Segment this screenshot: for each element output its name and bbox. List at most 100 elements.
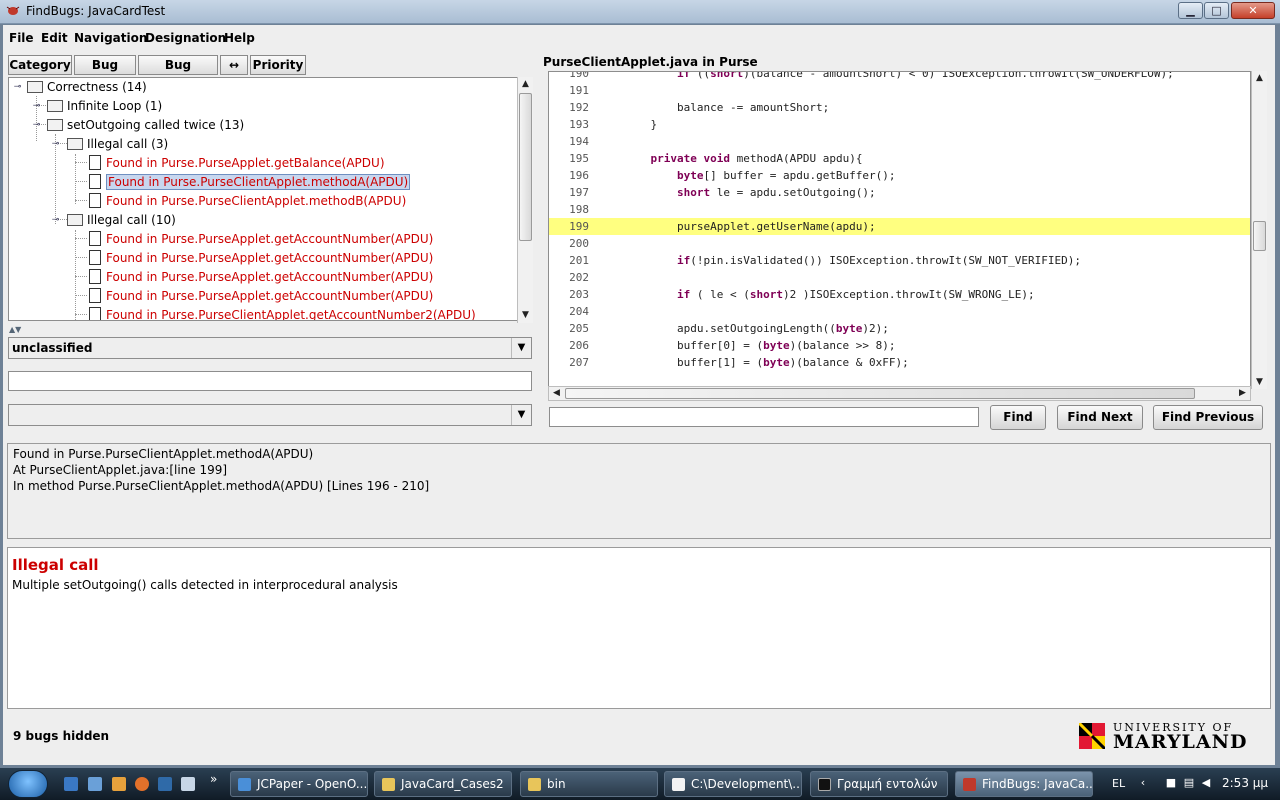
code-line: 200 (549, 235, 1250, 252)
tree-leaf-bug[interactable]: Found in Purse.PurseApplet.getAccountNum… (89, 249, 433, 267)
scroll-left-arrow[interactable]: ◀ (549, 387, 564, 400)
maximize-button[interactable]: □ (1204, 2, 1229, 19)
tab-bug-kind[interactable]: Bug Kind (74, 55, 136, 90)
tree-scrollbar[interactable]: ▲ ▼ (517, 77, 533, 323)
expand-toggle[interactable]: ⊸ (32, 102, 41, 111)
chevron-down-icon[interactable]: ▼ (511, 405, 531, 425)
tab-divider-arrows[interactable]: ↔ (220, 55, 248, 75)
switch-windows-icon[interactable] (88, 777, 102, 791)
tree-node-setoutgoing[interactable]: setOutgoing called twice (13) (47, 116, 244, 134)
find-next-button[interactable]: Find Next (1057, 405, 1143, 430)
taskbar-task[interactable]: JavaCard_Cases2 (374, 771, 512, 797)
menu-navigation[interactable]: Navigation (74, 31, 147, 45)
tab-bug-pattern[interactable]: Bug Pattern (138, 55, 218, 90)
notepad-icon (672, 778, 685, 791)
scroll-down-arrow[interactable]: ▼ (518, 308, 533, 322)
comment-history-select[interactable]: ▼ (8, 404, 532, 426)
bug-method-line[interactable]: In method Purse.PurseClientApplet.method… (13, 479, 429, 493)
splitter-arrows-icon[interactable]: ▲▼ (9, 325, 21, 334)
find-previous-button[interactable]: Find Previous (1153, 405, 1263, 430)
tree-node-label: Correctness (14) (47, 80, 147, 94)
language-indicator[interactable]: EL (1112, 777, 1125, 790)
line-number: 202 (569, 271, 589, 284)
tree-leaf-bug[interactable]: Found in Purse.PurseApplet.getAccountNum… (89, 268, 433, 286)
tree-leaf-bug[interactable]: Found in Purse.PurseClientApplet.methodB… (89, 192, 406, 210)
code-line: 193 } (549, 116, 1250, 133)
taskbar-task-active[interactable]: FindBugs: JavaCa... (955, 771, 1093, 797)
show-desktop-icon[interactable] (64, 777, 78, 791)
tree-leaf-bug[interactable]: Found in Purse.PurseApplet.getAccountNum… (89, 230, 433, 248)
tree-node-illegal-call-3[interactable]: Illegal call (3) (67, 135, 168, 153)
menu-file[interactable]: File (9, 31, 34, 45)
collapse-toggle[interactable]: ⊸ (51, 140, 60, 149)
menu-designation[interactable]: Designation (145, 31, 226, 45)
scroll-thumb[interactable] (519, 93, 532, 241)
taskbar-task[interactable]: Γραμμή εντολών (810, 771, 948, 797)
bug-file-line[interactable]: At PurseClientApplet.java:[line 199] (13, 463, 227, 477)
taskbar-task[interactable]: JCPaper - OpenO... (230, 771, 368, 797)
bug-instance-label: Found in Purse.PurseClientApplet.methodA… (106, 174, 411, 190)
more-quicklaunch-icon[interactable]: » (210, 772, 217, 786)
minimize-button[interactable]: ▁ (1178, 2, 1203, 19)
tree-leaf-bug-selected[interactable]: Found in Purse.PurseClientApplet.methodA… (89, 173, 411, 191)
code-text: short le = apdu.setOutgoing(); (676, 186, 876, 199)
scroll-thumb[interactable] (565, 388, 1195, 399)
volume-icon[interactable]: ◀ (1200, 777, 1212, 789)
tab-priority[interactable]: Priority (250, 55, 306, 75)
code-line: 203 if ( le < (short)2 )ISOException.thr… (549, 286, 1250, 303)
scroll-right-arrow[interactable]: ▶ (1235, 387, 1250, 400)
quicklaunch-app-icon[interactable] (112, 777, 126, 791)
code-line: 192 balance -= amountShort; (549, 99, 1250, 116)
code-horizontal-scrollbar[interactable]: ◀ ▶ (548, 386, 1251, 401)
comment-field[interactable] (8, 371, 532, 391)
scroll-thumb[interactable] (1253, 221, 1266, 251)
scroll-down-arrow[interactable]: ▼ (1252, 375, 1267, 389)
scroll-up-arrow[interactable]: ▲ (1252, 71, 1267, 85)
tree-node-illegal-call-10[interactable]: Illegal call (10) (67, 211, 176, 229)
collapse-toggle[interactable]: ⊸ (13, 83, 22, 92)
tree-node-label: Illegal call (10) (87, 213, 176, 227)
quicklaunch-app-icon[interactable] (158, 777, 172, 791)
find-input[interactable] (549, 407, 979, 427)
collapse-toggle[interactable]: ⊸ (51, 216, 60, 225)
firefox-icon[interactable] (135, 777, 149, 791)
start-button[interactable] (8, 770, 48, 798)
document-icon (89, 155, 101, 170)
collapse-toggle[interactable]: ⊸ (32, 121, 41, 130)
tab-category[interactable]: Category (8, 55, 72, 75)
scroll-up-arrow[interactable]: ▲ (518, 77, 533, 91)
document-icon (89, 269, 101, 284)
chevron-left-icon[interactable]: ‹ (1137, 777, 1149, 789)
close-button[interactable]: ✕ (1231, 2, 1275, 19)
find-button[interactable]: Find (990, 405, 1046, 430)
tree-node-label: setOutgoing called twice (13) (67, 118, 245, 132)
chevron-down-icon[interactable]: ▼ (511, 338, 531, 358)
line-number: 199 (569, 220, 589, 233)
source-code-view[interactable]: 190 if ((short)(balance - amountShort) <… (548, 71, 1251, 391)
clock[interactable]: 2:53 μμ (1222, 776, 1268, 790)
tree-leaf-bug[interactable]: Found in Purse.PurseClientApplet.getAcco… (89, 306, 476, 320)
network-icon[interactable]: ▤ (1183, 777, 1195, 789)
folder-icon (528, 778, 541, 791)
logo-line2: MARYLAND (1113, 731, 1248, 753)
task-label: bin (547, 777, 566, 791)
tree-node-infinite-loop[interactable]: Infinite Loop (1) (47, 97, 162, 115)
bug-tree[interactable]: ⊸ Correctness (14) ⊸ Infinite Loop (1) ⊸… (8, 77, 520, 321)
line-number: 196 (569, 169, 589, 182)
bugs-hidden-count: 9 bugs hidden (13, 729, 110, 743)
taskbar-task[interactable]: C:\Development\... (664, 771, 802, 797)
tray-app-icon[interactable]: ■ (1165, 777, 1177, 789)
tree-leaf-bug[interactable]: Found in Purse.PurseApplet.getAccountNum… (89, 287, 433, 305)
designation-select[interactable]: unclassified ▼ (8, 337, 532, 359)
code-vertical-scrollbar[interactable]: ▲ ▼ (1251, 71, 1267, 389)
quicklaunch-app-icon[interactable] (181, 777, 195, 791)
university-logo: UNIVERSITY OF MARYLAND (1079, 721, 1249, 753)
tree-leaf-bug[interactable]: Found in Purse.PurseApplet.getBalance(AP… (89, 154, 385, 172)
tree-node-correctness[interactable]: Correctness (14) (27, 78, 147, 96)
taskbar-task[interactable]: bin (520, 771, 658, 797)
code-line: 190 if ((short)(balance - amountShort) <… (549, 72, 1250, 82)
menu-edit[interactable]: Edit (41, 31, 68, 45)
highlighted-code-line: 199 purseApplet.getUserName(apdu); (549, 218, 1250, 235)
menu-help[interactable]: Help (224, 31, 255, 45)
code-line: 207 buffer[1] = (byte)(balance & 0xFF); (549, 354, 1250, 371)
